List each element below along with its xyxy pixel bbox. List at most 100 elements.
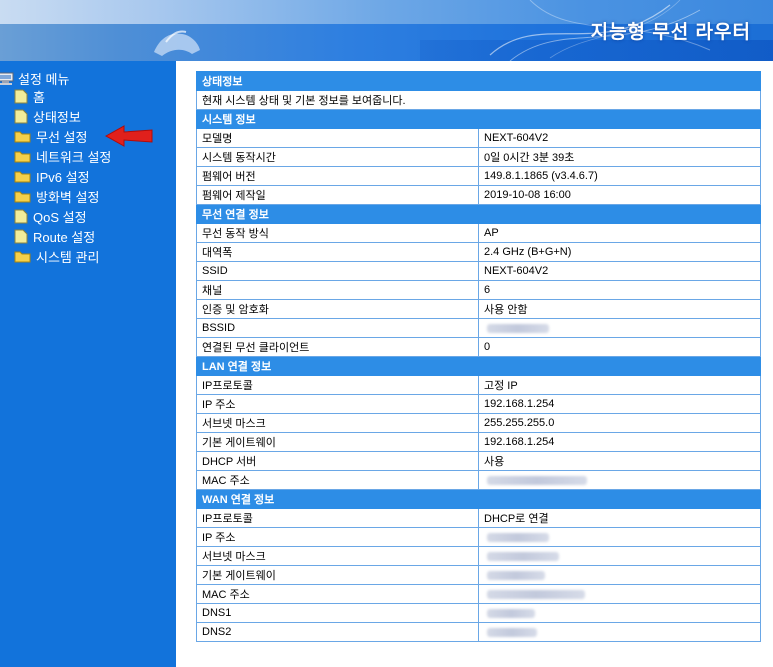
settings-menu-sidebar: 설정 메뉴 홈 상태정보 무선 설정 네트워크 설정 IPv6 설정 방화벽 설… bbox=[0, 61, 176, 667]
redacted-value bbox=[487, 570, 545, 580]
menu-item-home[interactable]: 홈 bbox=[14, 87, 45, 105]
hand-logo-icon bbox=[154, 30, 200, 56]
table-row: IP프로토콜 DHCP로 연결 bbox=[196, 508, 761, 528]
menu-item-label: QoS 설정 bbox=[33, 209, 87, 225]
row-label: 채널 bbox=[196, 280, 479, 300]
status-info-table: 상태정보 현재 시스템 상태 및 기본 정보를 보여줍니다. 시스템 정보 모델… bbox=[196, 71, 761, 642]
document-icon bbox=[14, 209, 28, 223]
row-value: NEXT-604V2 bbox=[478, 128, 761, 148]
wireless-info-title: 무선 연결 정보 bbox=[196, 204, 761, 224]
row-label: DNS2 bbox=[196, 622, 479, 642]
row-value: 2019-10-08 16:00 bbox=[478, 185, 761, 205]
row-value: 사용 bbox=[478, 451, 761, 471]
status-description: 현재 시스템 상태 및 기본 정보를 보여줍니다. bbox=[196, 90, 761, 110]
table-row: 서브넷 마스크 255.255.255.0 bbox=[196, 413, 761, 433]
row-label: 기본 게이트웨이 bbox=[196, 565, 479, 585]
row-label: 인증 및 암호화 bbox=[196, 299, 479, 319]
row-label: 모델명 bbox=[196, 128, 479, 148]
row-value-redacted bbox=[478, 318, 761, 338]
table-row: SSID NEXT-604V2 bbox=[196, 261, 761, 281]
row-value: DHCP로 연결 bbox=[478, 508, 761, 528]
menu-item-system-management[interactable]: 시스템 관리 bbox=[14, 247, 99, 265]
row-label: 서브넷 마스크 bbox=[196, 413, 479, 433]
row-label: BSSID bbox=[196, 318, 479, 338]
section-header-lan: LAN 연결 정보 bbox=[196, 356, 761, 376]
table-row: 연결된 무선 클라이언트 0 bbox=[196, 337, 761, 357]
row-value: 0 bbox=[478, 337, 761, 357]
menu-item-label: Route 설정 bbox=[33, 229, 96, 245]
table-row: 서브넷 마스크 bbox=[196, 546, 761, 566]
lan-info-title: LAN 연결 정보 bbox=[196, 356, 761, 376]
row-label: DHCP 서버 bbox=[196, 451, 479, 471]
row-label: 서브넷 마스크 bbox=[196, 546, 479, 566]
table-row: DNS2 bbox=[196, 622, 761, 642]
table-row: 인증 및 암호화 사용 안함 bbox=[196, 299, 761, 319]
computer-icon bbox=[0, 72, 14, 85]
status-description-row: 현재 시스템 상태 및 기본 정보를 보여줍니다. bbox=[196, 90, 761, 110]
table-row: MAC 주소 bbox=[196, 470, 761, 490]
menu-item-status[interactable]: 상태정보 bbox=[14, 107, 81, 125]
menu-item-wireless-settings[interactable]: 무선 설정 bbox=[14, 127, 87, 145]
row-label: 기본 게이트웨이 bbox=[196, 432, 479, 452]
table-row: 시스템 동작시간 0일 0시간 3분 39초 bbox=[196, 147, 761, 167]
row-value-redacted bbox=[478, 565, 761, 585]
row-label: 대역폭 bbox=[196, 242, 479, 262]
table-row: IP 주소 bbox=[196, 527, 761, 547]
row-label: 연결된 무선 클라이언트 bbox=[196, 337, 479, 357]
menu-item-qos-settings[interactable]: QoS 설정 bbox=[14, 207, 87, 225]
row-value: 2.4 GHz (B+G+N) bbox=[478, 242, 761, 262]
document-icon bbox=[14, 109, 28, 123]
row-label: 시스템 동작시간 bbox=[196, 147, 479, 167]
row-value-redacted bbox=[478, 527, 761, 547]
table-row: BSSID bbox=[196, 318, 761, 338]
menu-item-ipv6-settings[interactable]: IPv6 설정 bbox=[14, 167, 90, 185]
router-title: 지능형 무선 라우터 bbox=[590, 22, 751, 43]
settings-menu-label: 설정 메뉴 bbox=[18, 71, 70, 87]
row-label: IP 주소 bbox=[196, 527, 479, 547]
menu-item-label: 네트워크 설정 bbox=[36, 149, 112, 165]
status-content: 상태정보 현재 시스템 상태 및 기본 정보를 보여줍니다. 시스템 정보 모델… bbox=[176, 61, 773, 667]
menu-item-route-settings[interactable]: Route 설정 bbox=[14, 227, 95, 245]
menu-item-label: 무선 설정 bbox=[36, 129, 88, 145]
row-value: 사용 안함 bbox=[478, 299, 761, 319]
row-value: NEXT-604V2 bbox=[478, 261, 761, 281]
table-row: IP프로토콜 고정 IP bbox=[196, 375, 761, 395]
folder-icon bbox=[14, 131, 31, 142]
row-value: 192.168.1.254 bbox=[478, 394, 761, 414]
row-value-redacted bbox=[478, 603, 761, 623]
table-row: DHCP 서버 사용 bbox=[196, 451, 761, 471]
document-icon bbox=[14, 229, 28, 243]
row-label: 펌웨어 버전 bbox=[196, 166, 479, 186]
table-row: MAC 주소 bbox=[196, 584, 761, 604]
table-row: 기본 게이트웨이 192.168.1.254 bbox=[196, 432, 761, 452]
folder-icon bbox=[14, 171, 31, 182]
wan-info-title: WAN 연결 정보 bbox=[196, 489, 761, 509]
row-value: 고정 IP bbox=[478, 375, 761, 395]
row-label: MAC 주소 bbox=[196, 470, 479, 490]
table-row: DNS1 bbox=[196, 603, 761, 623]
header-banner: 지능형 무선 라우터 bbox=[0, 0, 773, 61]
settings-menu-root[interactable]: 설정 메뉴 bbox=[0, 69, 69, 87]
redacted-value bbox=[487, 589, 585, 599]
table-row: 채널 6 bbox=[196, 280, 761, 300]
row-value: 192.168.1.254 bbox=[478, 432, 761, 452]
row-label: MAC 주소 bbox=[196, 584, 479, 604]
table-row: 대역폭 2.4 GHz (B+G+N) bbox=[196, 242, 761, 262]
row-value: AP bbox=[478, 223, 761, 243]
redacted-value bbox=[487, 627, 537, 637]
menu-item-firewall-settings[interactable]: 방화벽 설정 bbox=[14, 187, 99, 205]
row-value: 255.255.255.0 bbox=[478, 413, 761, 433]
redacted-value bbox=[487, 608, 535, 618]
redacted-value bbox=[487, 475, 587, 485]
row-label: IP프로토콜 bbox=[196, 508, 479, 528]
row-value: 149.8.1.1865 (v3.4.6.7) bbox=[478, 166, 761, 186]
menu-item-network-settings[interactable]: 네트워크 설정 bbox=[14, 147, 111, 165]
row-value-redacted bbox=[478, 584, 761, 604]
redacted-value bbox=[487, 323, 549, 333]
table-row: 무선 동작 방식 AP bbox=[196, 223, 761, 243]
row-label: SSID bbox=[196, 261, 479, 281]
row-value-redacted bbox=[478, 622, 761, 642]
row-value-redacted bbox=[478, 470, 761, 490]
folder-icon bbox=[14, 251, 31, 262]
redacted-value bbox=[487, 532, 549, 542]
